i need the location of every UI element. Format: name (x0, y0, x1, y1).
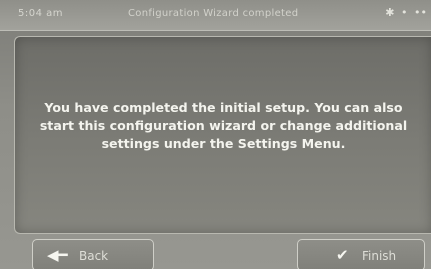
checkmark-icon: ✔ (336, 246, 349, 264)
back-button-label: Back (79, 249, 109, 263)
finish-button-label: Finish (362, 249, 397, 263)
menu-dots-icon[interactable]: •• (414, 6, 427, 19)
message-panel: You have completed the initial setup. Yo… (14, 36, 431, 234)
message-line-3: settings under the Settings Menu. (101, 136, 346, 151)
window-title: Configuration Wizard completed (128, 8, 299, 19)
completion-message: You have completed the initial setup. Yo… (15, 99, 431, 153)
wizard-screen: 5:04 am Configuration Wizard completed ✱… (0, 0, 431, 269)
signal-icon: • (401, 6, 408, 19)
status-time: 5:04 am (18, 8, 64, 19)
arrow-left-icon: ◀━ (47, 246, 68, 264)
status-bar: 5:04 am Configuration Wizard completed ✱… (0, 0, 431, 31)
message-line-2: start this configuration wizard or chang… (39, 118, 408, 133)
bluetooth-icon: ✱ (385, 6, 395, 19)
message-line-1: You have completed the initial setup. Yo… (44, 100, 403, 115)
status-icons: ✱ • •• (382, 6, 427, 19)
back-button[interactable]: ◀━ Back (32, 239, 154, 269)
finish-button[interactable]: ✔ Finish (297, 239, 425, 269)
